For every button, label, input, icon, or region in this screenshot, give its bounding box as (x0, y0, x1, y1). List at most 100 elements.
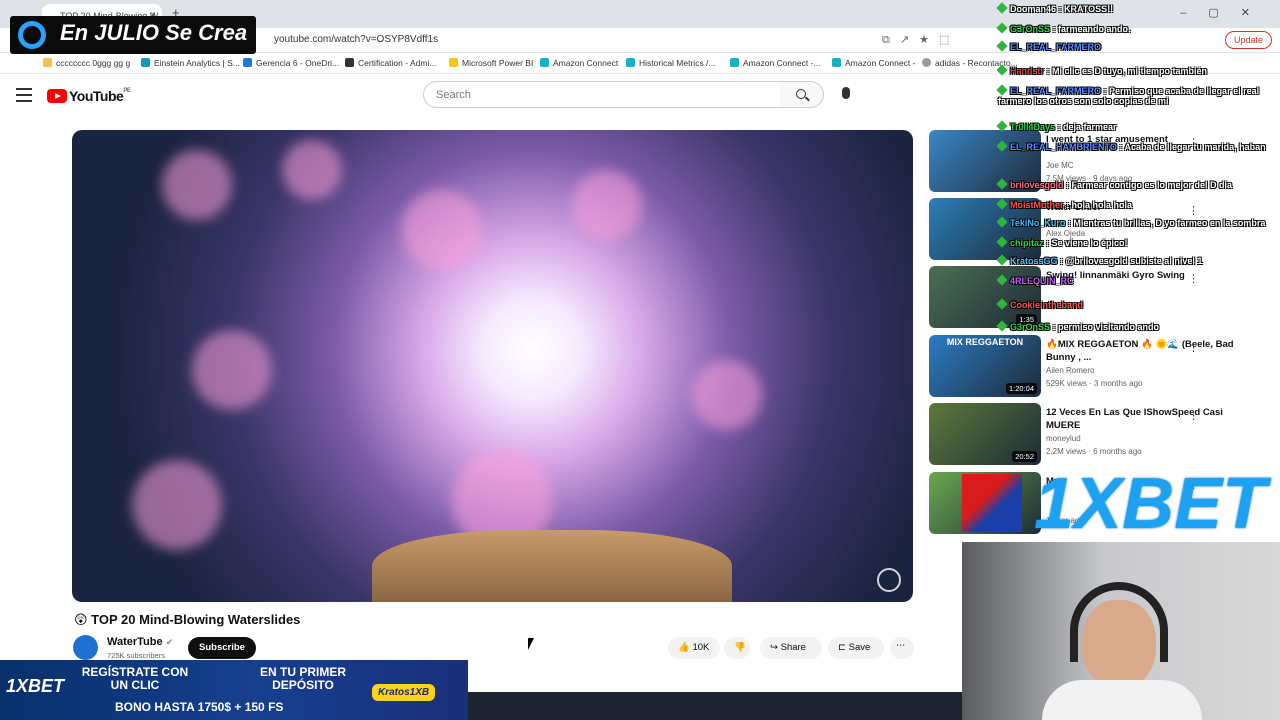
kick-logo-icon (18, 21, 46, 49)
bookmark-item[interactable]: Historical Metrics /... (626, 58, 716, 68)
chat-text: permiso visitando ando (1058, 322, 1160, 332)
chat-message: EL_REAL_HAMBRIENTO : Acaba de llegar tu … (996, 140, 1266, 152)
recommendation-item[interactable]: MIX REGGAETON 1:20:04 🔥MIX REGGAETON 🔥 🌞🌊 … (929, 335, 1274, 397)
recommendation-channel[interactable]: moneylud (1046, 434, 1081, 443)
chat-message: TekiNo_Kuro : Mientras tu brillas, D yo … (996, 216, 1266, 228)
bookmark-item[interactable]: Amazon Connect -... (730, 58, 820, 68)
bookmark-icon: ⊏ (838, 642, 849, 653)
cloud-icon (141, 58, 150, 67)
taskbar (468, 692, 962, 720)
bookmark-item[interactable]: Amazon Connect - (832, 58, 915, 68)
chat-message: Dooman46 : KRATOSS!! (996, 2, 1113, 14)
chat-username: EL_REAL_FARMERO (1010, 42, 1102, 52)
folder-icon (43, 58, 52, 67)
video-thumbnail[interactable]: MIX REGGAETON 1:20:04 (929, 335, 1041, 397)
promo-banner[interactable]: 1XBET REGÍSTRATE CON UN CLIC EN TU PRIME… (0, 660, 468, 720)
bookmark-item[interactable]: Microsoft Power BI (449, 58, 533, 68)
recommendation-title[interactable]: 🔥MIX REGGAETON 🔥 🌞🌊 (Beele, Bad Bunny , … (1046, 338, 1246, 364)
recommendation-title[interactable]: 12 Veces En Las Que IShowSpeed Casi MUER… (1046, 406, 1246, 432)
bokeh-light (572, 170, 642, 240)
chat-text: Acaba de llegar tu marida, haban (1124, 142, 1266, 152)
share-icon: ↪ (770, 642, 781, 653)
rider-hands (372, 530, 732, 602)
mouse-cursor-icon (528, 638, 534, 650)
banner-bonus: BONO HASTA 1750$ + 150 FS (115, 700, 284, 714)
chat-message: Tr0ll4Days : deja farmear (996, 120, 1117, 132)
more-options-icon[interactable]: ⋮ (1188, 341, 1199, 354)
banner-logo: 1XBET (6, 676, 65, 696)
save-button[interactable]: ⊏ Save (828, 637, 884, 659)
chat-username: EL_REAL_HAMBRIENTO (1010, 142, 1117, 152)
chat-badge-icon (996, 274, 1008, 286)
chat-text: Mientras tu brillas, D yo farmeo en la s… (1073, 218, 1266, 228)
webcam-overlay (962, 542, 1280, 720)
chat-username: Handstr (1010, 66, 1045, 76)
banner-badge: Kratos1XB (372, 684, 436, 701)
banner-line1: REGÍSTRATE CON UN CLIC (81, 665, 189, 692)
duration-badge: 20:52 (1012, 451, 1037, 462)
bookmark-item[interactable]: Einstein Analytics | S... (141, 58, 240, 68)
cloud-icon (626, 58, 635, 67)
bookmark-item[interactable]: Gerencia 6 - OneDri... (243, 58, 339, 68)
bokeh-light (192, 330, 272, 410)
bokeh-light (402, 190, 482, 270)
channel-name[interactable]: WaterTube ✔ (107, 636, 173, 648)
duration-badge: 1:20:04 (1005, 383, 1037, 394)
chat-badge-icon (996, 120, 1008, 132)
powerbi-icon (449, 58, 458, 67)
youtube-logo[interactable]: YouTubePE (47, 88, 131, 104)
url-text[interactable]: youtube.com/watch?v=OSYP8Vdff1s (274, 34, 438, 45)
chat-username: G3rOnSS (1010, 24, 1051, 34)
chat-message: brilovesgold : Farmear contigo es lo mej… (996, 178, 1233, 190)
extension-icons[interactable]: ⧉↗★⬚ (882, 33, 959, 47)
onedrive-icon (243, 58, 252, 67)
video-thumbnail[interactable]: 20:52 (929, 403, 1041, 465)
video-title: 😲 TOP 20 Mind-Blowing Waterslides (74, 612, 301, 627)
share-button[interactable]: ↪ Share (760, 637, 822, 659)
youtube-play-icon (47, 89, 67, 103)
recommendation-meta: 529K views · 3 months ago (1046, 379, 1143, 388)
recommendation-item[interactable]: 20:52 12 Veces En Las Que IShowSpeed Casi… (929, 403, 1274, 465)
stream-chat-overlay: Dooman46 : KRATOSS!! G3rOnSS : farmeando … (996, 2, 1280, 340)
bookmark-item[interactable]: Amazon Connect (540, 58, 618, 68)
search-button[interactable] (780, 81, 824, 108)
chat-badge-icon (996, 84, 1008, 96)
chat-badge-icon (996, 320, 1008, 332)
streamer-face (1082, 600, 1156, 688)
bookmark-item[interactable]: Certification - Admi... (345, 58, 436, 68)
chat-message: G3rOnSS : permiso visitando ando (996, 320, 1160, 332)
chat-username: TekiNo_Kuro (1010, 218, 1066, 228)
video-player[interactable] (72, 130, 913, 602)
cloud-icon (540, 58, 549, 67)
chat-username: G3rOnSS (1010, 322, 1051, 332)
chat-username: brilovesgold (1010, 180, 1064, 190)
like-button[interactable]: 👍 10K (668, 637, 720, 659)
recommendation-meta: 2.2M views · 6 months ago (1046, 447, 1142, 456)
chat-username: chipitaz (1010, 238, 1044, 248)
thumbs-down-icon: 👎 (734, 642, 746, 653)
microphone-icon[interactable] (842, 87, 850, 99)
more-actions-icon[interactable]: ⋯ (890, 637, 914, 659)
chat-message: KratossGG : @brilovesgold subiste al niv… (996, 254, 1202, 266)
subscribe-button[interactable]: Subscribe (188, 637, 256, 659)
globe-icon (922, 58, 931, 67)
search-icon (796, 89, 806, 99)
channel-avatar[interactable] (73, 635, 98, 660)
recommendation-channel[interactable]: Ailen Romero (1046, 366, 1094, 375)
subscriber-count: 725K subscribers (107, 651, 165, 660)
hamburger-menu-icon[interactable] (16, 88, 32, 102)
chat-badge-icon (996, 2, 1008, 14)
chat-message: EL_REAL_FARMERO : Permiso que acaba de l… (996, 84, 1260, 106)
chat-text: deja farmear (1063, 122, 1117, 132)
chat-badge-icon (996, 22, 1008, 34)
chat-message: MoistMother : hola hola hola (996, 198, 1132, 210)
more-options-icon[interactable]: ⋮ (1188, 409, 1199, 422)
search-input[interactable]: Search (423, 81, 781, 108)
bookmark-item[interactable]: cccccccc 0ggg gg g (43, 58, 130, 68)
chat-text: Farmear contigo es lo mejor del D dia (1071, 180, 1233, 190)
chat-badge-icon (996, 254, 1008, 266)
bet-logo-overlay: 1XBET (962, 466, 1280, 542)
streamer-torso (1042, 680, 1202, 720)
dislike-button[interactable]: 👎 (724, 637, 750, 659)
chat-username: 4RLEQUIN_RC (1010, 276, 1074, 286)
